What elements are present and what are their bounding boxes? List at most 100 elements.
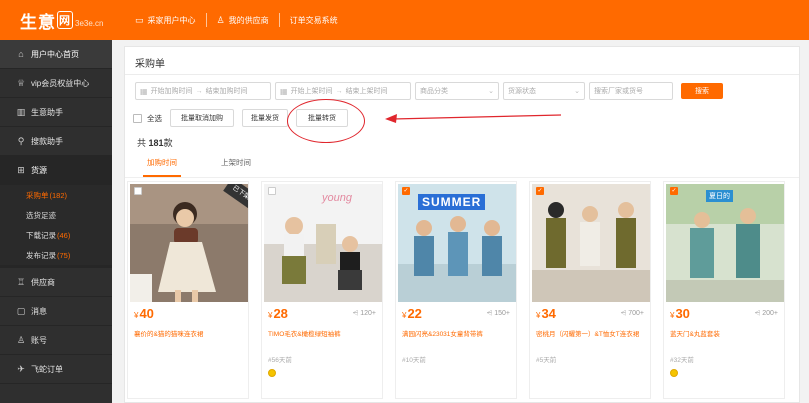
search-icon: ⚲ <box>17 135 25 146</box>
sub-label: 下载记录 <box>26 230 56 240</box>
sidebar-item-business-assistant[interactable]: ▥ 生意助手 <box>0 98 112 127</box>
batch-ship-button[interactable]: 批量发货 <box>242 109 288 127</box>
category-placeholder: 商品分类 <box>420 88 448 95</box>
product-name[interactable]: 满园闪亮&23031女童背带裤 <box>402 328 514 338</box>
price-value: 40 <box>139 306 154 321</box>
share-value: 150+ <box>494 310 510 317</box>
sidebar: ⌂ 用户中心首页 ♕ vip会员权益中心 ▥ 生意助手 ⚲ 搜款助手 ⊞ 货源 … <box>0 40 112 403</box>
sidebar-item-flying-orders[interactable]: ✈ 飞蛇订单 <box>0 355 112 384</box>
share-count: ⩤ 150+ <box>487 310 510 318</box>
monitor-icon: ▭ <box>135 14 144 25</box>
nav-label: 我的供应商 <box>228 15 269 25</box>
currency-symbol: ¥ <box>134 311 139 320</box>
price-value: 28 <box>273 306 288 321</box>
tab-join-time[interactable]: 加购时间 <box>143 157 181 177</box>
tab-shelf-time[interactable]: 上架时间 <box>221 157 251 177</box>
logo-badge: 网 <box>57 11 73 29</box>
filter-bar: ▦ 开始加购时间 → 结束加购时间 ▦ 开始上架时间 → 结束上架时间 商品分类… <box>135 82 723 100</box>
join-end-field[interactable]: 结束加购时间 <box>206 86 248 96</box>
shelf-end-field[interactable]: 结束上架时间 <box>346 86 388 96</box>
product-card[interactable]: 已下架 ¥40 襄价的&猫的猫咪连衣裙 <box>127 181 249 399</box>
person-icon: ♙ <box>16 334 26 345</box>
sub-count: (182) <box>49 190 68 200</box>
shelf-time-range[interactable]: ▦ 开始上架时间 → 结束上架时间 <box>275 82 411 100</box>
top-nav: ▭ 采家用户中心 ♙ 我的供应商 订单交易系统 <box>125 0 348 40</box>
currency-symbol: ¥ <box>670 311 675 320</box>
product-name[interactable]: 密桃月（闪耀第一）&T恤女T连衣裙 <box>536 328 648 338</box>
sidebar-item-label: 消息 <box>31 306 47 316</box>
annotation-arrow <box>385 114 562 123</box>
product-name[interactable]: 蓝天门&丸蓝套装 <box>670 328 782 338</box>
user-icon: ♙ <box>216 14 225 25</box>
shelf-start-field[interactable]: 开始上架时间 <box>291 86 333 96</box>
nav-my-suppliers[interactable]: ♙ 我的供应商 <box>205 13 279 27</box>
logo-domain: 3e3e.cn <box>75 18 104 28</box>
sub-count: (46) <box>57 230 71 240</box>
calendar-icon: ▦ <box>280 86 288 96</box>
sidebar-item-sources[interactable]: ⊞ 货源 <box>0 156 112 185</box>
sidebar-item-search-assistant[interactable]: ⚲ 搜款助手 <box>0 127 112 156</box>
sidebar-item-label: 生意助手 <box>31 107 63 117</box>
sidebar-item-vip[interactable]: ♕ vip会员权益中心 <box>0 69 112 98</box>
product-image[interactable] <box>532 184 650 302</box>
site-logo[interactable]: 生意 网 3e3e.cn <box>20 6 103 34</box>
join-start-field[interactable]: 开始加购时间 <box>151 86 193 96</box>
product-card[interactable]: young ¥28 ⩤ 120+ TIMO毛衣&橄榄绿短袖裤 #56天前 <box>261 181 383 399</box>
sub-count: (75) <box>57 250 71 260</box>
sidebar-item-label: 用户中心首页 <box>31 49 79 59</box>
sidebar-item-home[interactable]: ⌂ 用户中心首页 <box>0 40 112 69</box>
message-icon: ▢ <box>16 305 26 316</box>
product-checkbox[interactable]: ✓ <box>536 187 544 195</box>
product-card[interactable]: SUMMER ✓ ¥22 ⩤ 150+ 满园闪亮&23031女童背带裤 #10天… <box>395 181 517 399</box>
product-checkbox[interactable]: ✓ <box>402 187 410 195</box>
price-value: 22 <box>407 306 422 321</box>
sidebar-sub-footprints[interactable]: 选货足迹 <box>0 205 112 225</box>
total-suffix: 款 <box>163 138 173 148</box>
days-ago: #5天前 <box>536 357 557 364</box>
store-icon: ♖ <box>16 276 26 287</box>
nav-order-system[interactable]: 订单交易系统 <box>278 13 348 27</box>
share-value: 200+ <box>762 310 778 317</box>
total-number: 181 <box>148 138 164 148</box>
sidebar-sub-publish[interactable]: 发布记录 (75) <box>0 245 112 265</box>
sub-label: 选货足迹 <box>26 210 56 220</box>
select-all-label[interactable]: 全选 <box>147 113 162 124</box>
product-checkbox[interactable] <box>134 187 142 195</box>
product-card[interactable]: 夏日的 ✓ ¥30 ⩤ 200+ 蓝天门&丸蓝套装 #32天前 <box>663 181 785 399</box>
search-input[interactable]: 搜索厂家或货号 <box>589 82 673 100</box>
product-name[interactable]: TIMO毛衣&橄榄绿短袖裤 <box>268 328 380 338</box>
nav-label: 采家用户中心 <box>147 15 196 25</box>
product-checkbox[interactable]: ✓ <box>670 187 678 195</box>
sidebar-sub-purchase-list[interactable]: 采购单 (182) <box>0 185 112 205</box>
days-ago: #32天前 <box>670 357 694 364</box>
nav-user-center[interactable]: ▭ 采家用户中心 <box>125 13 206 27</box>
sort-tabs: 加购时间 上架时间 <box>143 157 291 177</box>
sidebar-item-account[interactable]: ♙ 账号 <box>0 326 112 355</box>
sidebar-item-messages[interactable]: ▢ 消息 <box>0 297 112 326</box>
product-card[interactable]: ✓ ¥34 ⩤ 700+ 密桃月（闪耀第一）&T恤女T连衣裙 #5天前 <box>529 181 651 399</box>
range-arrow: → <box>335 87 343 95</box>
category-select[interactable]: 商品分类 ⌄ <box>415 82 499 100</box>
select-all-checkbox[interactable] <box>133 113 142 123</box>
product-image[interactable]: young <box>264 184 382 302</box>
sub-label: 发布记录 <box>26 250 56 260</box>
currency-symbol: ¥ <box>402 311 407 320</box>
chevron-down-icon: ⌄ <box>488 88 494 95</box>
page-title: 采购单 <box>135 59 165 70</box>
calendar-icon: ▦ <box>140 86 148 96</box>
sidebar-sub-downloads[interactable]: 下载记录 (46) <box>0 225 112 245</box>
medal-icon <box>670 369 678 377</box>
status-select[interactable]: 货源状态 ⌄ <box>503 82 585 100</box>
search-button[interactable]: 搜索 <box>681 83 723 99</box>
product-image[interactable]: 夏日的 <box>666 184 784 302</box>
batch-cancel-button[interactable]: 批量取消加购 <box>170 109 234 127</box>
product-image[interactable]: SUMMER <box>398 184 516 302</box>
share-value: 120+ <box>360 310 376 317</box>
product-checkbox[interactable] <box>268 187 276 195</box>
range-arrow: → <box>195 87 203 95</box>
join-time-range[interactable]: ▦ 开始加购时间 → 结束加购时间 <box>135 82 271 100</box>
product-image[interactable]: 已下架 <box>130 184 248 302</box>
total-count: 共 181款 <box>137 136 173 149</box>
product-name[interactable]: 襄价的&猫的猫咪连衣裙 <box>134 328 246 338</box>
sidebar-item-suppliers[interactable]: ♖ 供应商 <box>0 268 112 297</box>
